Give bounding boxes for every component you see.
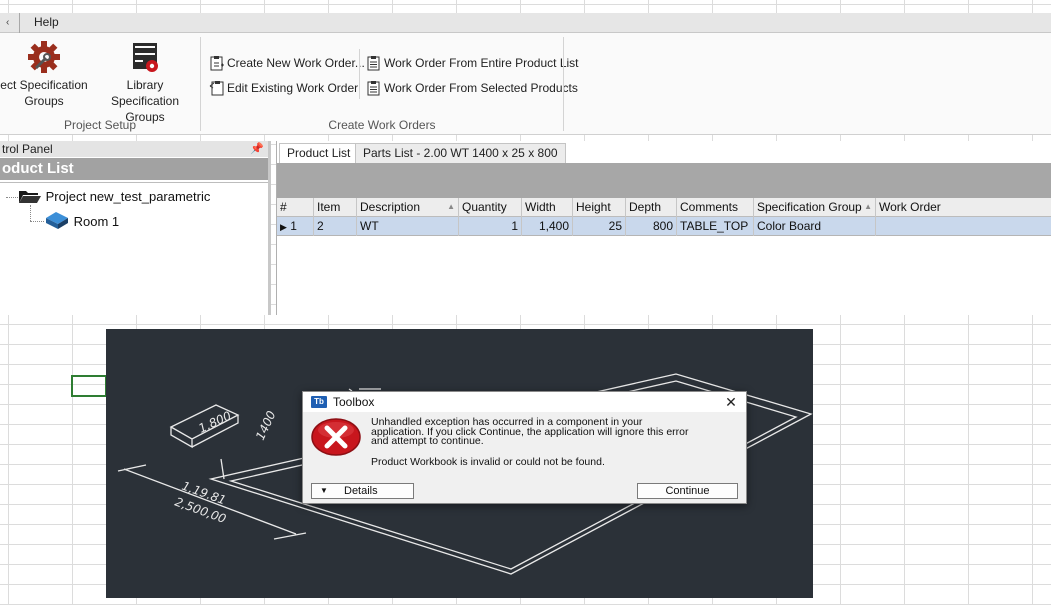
edit-existing-work-order-label: Edit Existing Work Order bbox=[227, 81, 359, 95]
cell-height[interactable]: 25 bbox=[573, 217, 626, 236]
toolbox-app-icon: Tb bbox=[311, 396, 327, 408]
row-index-value: 1 bbox=[290, 219, 297, 233]
column-header-index[interactable]: # bbox=[277, 198, 314, 217]
clipboard-list-icon bbox=[367, 56, 380, 71]
group-project-setup: ect Specification Groups Library Specifi… bbox=[0, 33, 200, 135]
library-specification-groups-label-1: Library Specification bbox=[110, 78, 180, 108]
ribbon-tab-edge[interactable]: ‹ bbox=[0, 13, 20, 33]
work-order-entire-list-label: Work Order From Entire Product List bbox=[384, 56, 579, 70]
chevron-down-icon: ▼ bbox=[320, 486, 328, 495]
cell-specification-group[interactable]: Color Board bbox=[754, 217, 876, 236]
tab-parts-list[interactable]: Parts List - 2.00 WT 1400 x 25 x 800 bbox=[355, 143, 566, 163]
tree-connector bbox=[30, 221, 44, 222]
cell-work-order[interactable] bbox=[876, 217, 1051, 236]
work-order-entire-list-button[interactable]: Work Order From Entire Product List bbox=[366, 53, 579, 73]
tab-help[interactable]: Help bbox=[22, 13, 71, 33]
cell-depth[interactable]: 800 bbox=[626, 217, 677, 236]
edit-existing-work-order-button[interactable]: Edit Existing Work Order bbox=[209, 78, 358, 98]
cad-dimension-a: 1400 bbox=[253, 408, 279, 442]
control-panel-title: trol Panel 📌 bbox=[0, 141, 268, 157]
column-header-width[interactable]: Width bbox=[522, 198, 573, 217]
cell-width[interactable]: 1,400 bbox=[522, 217, 573, 236]
tree-node-project[interactable]: Project new_test_parametric bbox=[18, 186, 210, 208]
tree-connector bbox=[30, 205, 31, 221]
tree-node-room[interactable]: Room 1 bbox=[44, 210, 119, 232]
column-header-specification-group[interactable]: Specification Group ▲ bbox=[754, 198, 876, 217]
grid-group-panel bbox=[277, 163, 1051, 199]
project-specification-groups-button[interactable]: ect Specification Groups bbox=[0, 39, 88, 109]
column-header-work-order[interactable]: Work Order bbox=[876, 198, 1051, 217]
column-header-item[interactable]: Item bbox=[314, 198, 357, 217]
control-panel-title-text: trol Panel bbox=[2, 142, 53, 156]
room-icon bbox=[46, 212, 68, 229]
row-selector-arrow-icon: ▶ bbox=[280, 222, 287, 232]
tab-product-list[interactable]: Product List bbox=[279, 143, 359, 163]
work-order-selected-products-button[interactable]: Work Order From Selected Products bbox=[366, 78, 578, 98]
open-folder-icon bbox=[19, 191, 41, 203]
create-new-work-order-button[interactable]: Create New Work Order... bbox=[209, 53, 365, 73]
grid-header-row: # Item Description ▲ Quantity Width Heig… bbox=[277, 198, 1051, 217]
dialog-message: Unhandled exception has occurred in a co… bbox=[371, 417, 739, 447]
details-button[interactable]: ▼ Details bbox=[311, 483, 414, 499]
group-create-work-orders: Create New Work Order... Edit Existing W… bbox=[201, 33, 579, 135]
dialog-message-line-3: and attempt to continue. bbox=[371, 435, 484, 447]
library-cabinet-icon bbox=[93, 39, 197, 75]
product-tree: Project new_test_parametric Room 1 bbox=[0, 182, 268, 313]
library-specification-groups-button[interactable]: Library Specification Groups bbox=[93, 39, 197, 125]
pin-icon[interactable]: 📌 bbox=[250, 141, 264, 157]
cell-description[interactable]: WT bbox=[357, 217, 459, 236]
sort-ascending-icon: ▲ bbox=[447, 202, 455, 211]
project-specification-groups-label-2: Groups bbox=[24, 94, 64, 108]
ribbon-separator bbox=[563, 37, 564, 131]
dialog-titlebar[interactable]: Tb Toolbox ✕ bbox=[303, 392, 746, 412]
group-label-create-work-orders: Create Work Orders bbox=[328, 118, 436, 132]
clipboard-new-icon bbox=[210, 56, 224, 71]
error-dialog: Tb Toolbox ✕ Unhandled exception has occ… bbox=[302, 391, 747, 504]
cell-item[interactable]: 2 bbox=[314, 217, 357, 236]
gear-wrench-icon bbox=[0, 39, 88, 75]
continue-button[interactable]: Continue bbox=[637, 483, 738, 499]
cell-quantity[interactable]: 1 bbox=[459, 217, 522, 236]
table-row[interactable]: ▶ 1 2 WT 1 1,400 25 800 TABLE_TOP Color … bbox=[277, 217, 1051, 236]
sort-ascending-icon: ▲ bbox=[864, 202, 872, 211]
clipboard-edit-icon bbox=[209, 81, 224, 96]
error-icon bbox=[311, 418, 361, 459]
column-header-height[interactable]: Height bbox=[573, 198, 626, 217]
ribbon-tab-strip: ‹ Help bbox=[0, 13, 1051, 33]
column-header-quantity[interactable]: Quantity bbox=[459, 198, 522, 217]
ribbon-separator bbox=[359, 49, 360, 99]
product-list-header: oduct List bbox=[0, 158, 268, 180]
row-index-cell[interactable]: ▶ 1 bbox=[277, 217, 314, 236]
dialog-title: Toolbox bbox=[333, 395, 375, 409]
dialog-error-detail: Product Workbook is invalid or could not… bbox=[371, 456, 605, 468]
tree-node-project-label: Project new_test_parametric bbox=[45, 189, 211, 204]
column-header-depth[interactable]: Depth bbox=[626, 198, 677, 217]
work-order-selected-products-label: Work Order From Selected Products bbox=[384, 81, 578, 95]
column-header-comments[interactable]: Comments bbox=[677, 198, 754, 217]
project-specification-groups-label-1: ect Specification bbox=[0, 78, 88, 92]
clipboard-list-icon bbox=[367, 81, 380, 96]
column-header-specification-group-label: Specification Group bbox=[757, 200, 862, 214]
control-panel: trol Panel 📌 oduct List Project new_test… bbox=[0, 141, 271, 315]
column-header-description[interactable]: Description ▲ bbox=[357, 198, 459, 217]
cell-comments[interactable]: TABLE_TOP bbox=[677, 217, 754, 236]
create-new-work-order-label: Create New Work Order... bbox=[227, 56, 365, 70]
product-grid-panel: Product List Parts List - 2.00 WT 1400 x… bbox=[276, 141, 1051, 315]
product-list-header-text: oduct List bbox=[2, 160, 74, 177]
group-label-project-setup: Project Setup bbox=[63, 118, 137, 132]
close-icon[interactable]: ✕ bbox=[722, 393, 740, 411]
column-header-description-label: Description bbox=[360, 200, 421, 214]
details-button-label: Details bbox=[344, 485, 378, 497]
selected-cell[interactable] bbox=[71, 375, 107, 397]
ribbon-body: ect Specification Groups Library Specifi… bbox=[0, 33, 1051, 135]
tree-node-room-label: Room 1 bbox=[73, 214, 120, 229]
